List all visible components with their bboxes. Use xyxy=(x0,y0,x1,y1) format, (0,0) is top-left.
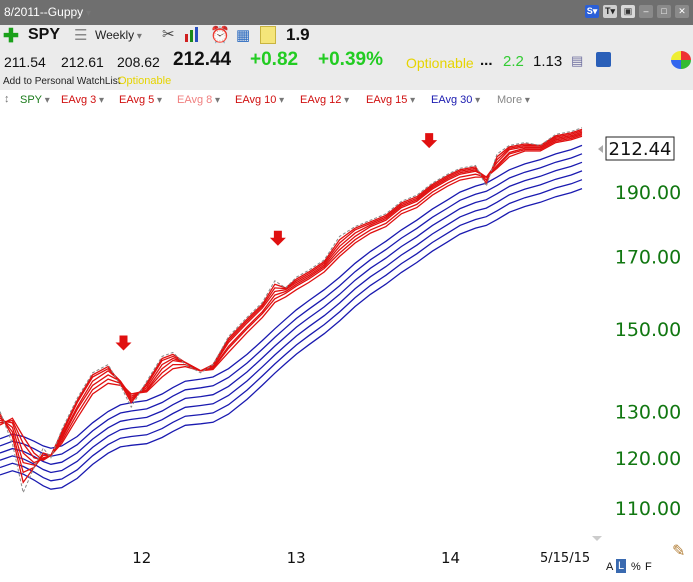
scroll-arrow-icon[interactable] xyxy=(592,536,602,541)
series-line-eavg8 xyxy=(0,131,583,466)
series-line-eavg15 xyxy=(0,135,583,461)
series-line-eavg30 xyxy=(0,161,583,465)
series-line-eavg30 xyxy=(0,153,583,457)
tools-icon[interactable]: ✂ xyxy=(162,25,175,43)
legend-eavg3[interactable]: EAvg 3 xyxy=(61,94,104,106)
x-tick-label: 13 xyxy=(287,549,306,567)
y-tick-label: 120.00 xyxy=(615,448,681,470)
maximize-icon[interactable]: □ xyxy=(657,5,671,18)
series-line-spy xyxy=(0,127,583,495)
legend-eavg8[interactable]: EAvg 8 xyxy=(177,94,220,106)
draw-pencil-icon[interactable]: ✎ xyxy=(672,541,685,561)
quote-low: 208.62 xyxy=(117,54,160,70)
legend-eavg15[interactable]: EAvg 15 xyxy=(366,94,415,106)
series-line-eavg12 xyxy=(0,134,583,461)
chart-svg[interactable]: 110.00120.00130.00150.00170.00190.00 12 1… xyxy=(0,110,693,577)
fit-button[interactable]: F xyxy=(645,561,652,573)
series-line-eavg5 xyxy=(0,130,583,474)
alarm-clock-icon[interactable]: ⏰ xyxy=(210,25,230,45)
menu-lines-icon[interactable]: ☰ xyxy=(74,26,87,44)
quote-bar: 211.54 212.61 208.62 212.44 +0.82 +0.39%… xyxy=(0,47,693,75)
share-icon[interactable]: S▾ xyxy=(585,5,599,18)
y-tick-label: 130.00 xyxy=(615,402,681,424)
quote-open: 211.54 xyxy=(4,54,46,70)
legend-more[interactable]: More xyxy=(497,94,530,106)
auto-scale-button[interactable]: A xyxy=(606,561,613,573)
optionable-label: Optionable xyxy=(406,55,474,71)
window-title[interactable]: 8/2011--Guppy xyxy=(4,5,91,19)
window-titlebar: 8/2011--Guppy S▾ T▾ ▣ – □ ✕ xyxy=(0,0,693,25)
legend-eavg12[interactable]: EAvg 12 xyxy=(300,94,349,106)
last-price-tag: 212.44 xyxy=(598,136,675,161)
x-tick-label: 12 xyxy=(132,549,151,567)
y-tick-label: 150.00 xyxy=(615,319,681,341)
color-palette-icon[interactable] xyxy=(671,51,691,69)
symbol-toolbar: ✚ SPY ☰ Weekly ✂ ⏰ ▦ 1.9 xyxy=(0,25,693,47)
signal-arrow-icon xyxy=(115,335,132,351)
quote-change: +0.82 xyxy=(250,49,299,70)
x-tick-label: 14 xyxy=(441,549,460,567)
notes-icon[interactable] xyxy=(260,26,276,44)
table-grid-icon[interactable]: ▦ xyxy=(236,26,250,44)
legend-eavg30[interactable]: EAvg 30 xyxy=(431,94,480,106)
period-select[interactable]: Weekly xyxy=(95,28,142,42)
watchlist-row: Add to Personal WatchList Optionable xyxy=(0,75,693,90)
y-tick-label: 190.00 xyxy=(615,182,681,204)
more-dots[interactable]: ... xyxy=(480,52,493,69)
price-chart[interactable]: 110.00 120.00 130.00 150.00 170.00 190.00 12 1… xyxy=(0,110,693,577)
add-symbol-icon[interactable]: ✚ xyxy=(3,25,19,48)
quote-change-pct: +0.39% xyxy=(318,49,383,70)
x-axis: 12 13 14 xyxy=(132,549,460,567)
series-line-eavg3 xyxy=(0,128,583,484)
legend-eavg5[interactable]: EAvg 5 xyxy=(119,94,162,106)
legend-spy[interactable]: SPY xyxy=(20,94,50,106)
quote-value: 1.13 xyxy=(533,53,563,70)
indicator-legend: ↕ SPY EAvg 3 EAvg 5 EAvg 8 EAvg 10 EAvg … xyxy=(0,90,693,110)
add-to-watchlist-link[interactable]: Add to Personal WatchList xyxy=(3,76,120,87)
close-icon[interactable]: ✕ xyxy=(675,5,689,18)
last-price-label: 212.44 xyxy=(609,139,672,160)
titlebar-controls: S▾ T▾ ▣ – □ ✕ xyxy=(585,5,689,18)
save-disk-icon[interactable] xyxy=(596,52,611,67)
toolbar-readout: 1.9 xyxy=(286,25,310,44)
log-scale-button[interactable]: L xyxy=(616,559,627,573)
database-icon[interactable]: ▤ xyxy=(571,53,583,69)
signal-arrow-icon xyxy=(421,133,438,149)
symbol-field[interactable]: SPY xyxy=(28,26,60,44)
minimize-icon[interactable]: – xyxy=(639,5,653,18)
series-line-eavg10 xyxy=(0,132,583,464)
text-size-icon[interactable]: T▾ xyxy=(603,5,617,18)
save-layout-icon[interactable]: ▣ xyxy=(621,5,635,18)
series-layer xyxy=(0,127,583,495)
indicators-chart-icon[interactable] xyxy=(184,26,202,43)
quote-value-green: 2.2 xyxy=(503,53,524,70)
quote-last: 212.44 xyxy=(173,49,232,70)
legend-expand-icon[interactable]: ↕ xyxy=(4,93,10,105)
percent-scale-button[interactable]: % xyxy=(631,561,641,573)
arrow-layer xyxy=(115,133,438,351)
watchlist-optionable: Optionable xyxy=(118,75,172,87)
quote-high: 212.61 xyxy=(61,54,104,70)
price-pointer-icon xyxy=(598,145,603,153)
y-tick-label: 110.00 xyxy=(615,498,681,520)
y-tick-label: 170.00 xyxy=(615,246,681,268)
y-axis: 110.00 120.00 130.00 150.00 170.00 190.00 xyxy=(615,182,681,520)
legend-eavg10[interactable]: EAvg 10 xyxy=(235,94,284,106)
last-date-label: 5/15/15 xyxy=(540,551,590,566)
signal-arrow-icon xyxy=(269,230,286,246)
